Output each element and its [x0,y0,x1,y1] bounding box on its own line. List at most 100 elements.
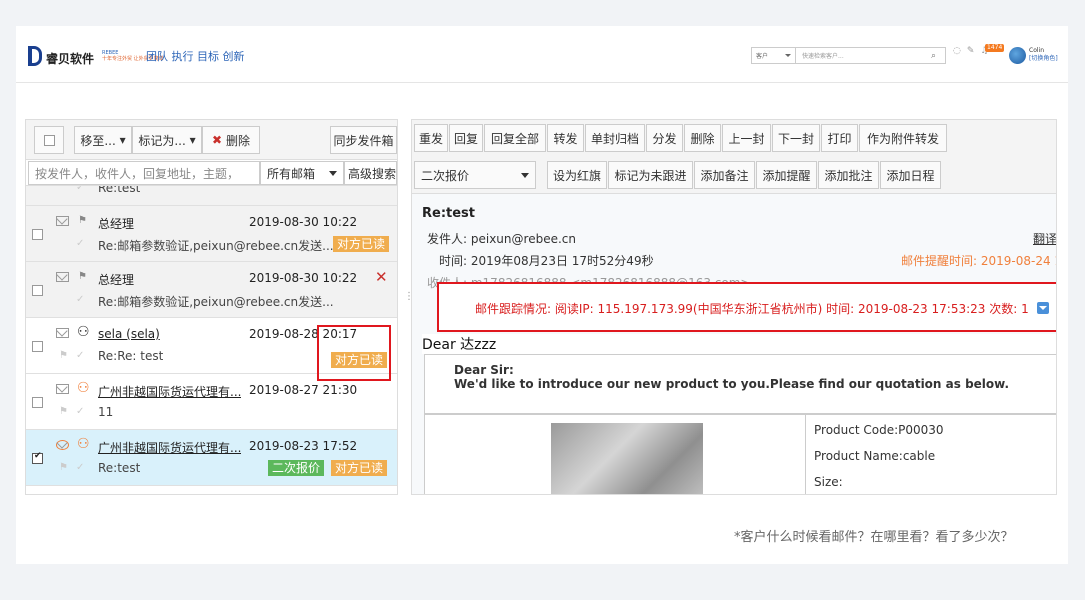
check-icon: ✓ [76,294,85,305]
tracking-panel: 邮件跟踪情况: 阅读IP: 115.197.173.99(中国华东浙江省杭州市)… [437,282,1056,332]
delete-mail-button[interactable]: 删除 [684,124,721,152]
list-toolbar: 移至... ▾ 标记为... ▾ ✖ 删除 同步发件箱 [26,120,397,160]
row-checkbox[interactable] [32,229,43,240]
mailbox-select[interactable]: 所有邮箱 [260,161,344,185]
delete-icon[interactable]: ✕ [375,268,388,286]
list-item[interactable]: ⚑ ✓ 总经理 2019-08-30 10:22 Re:邮箱参数验证,peixu… [26,206,397,262]
flag-icon[interactable]: ⚑ [78,215,87,226]
time-line: 时间: 2019年08月23日 17时52分49秒 [439,254,654,268]
detail-toolbar-actions: 重发 回复 回复全部 转发 单封归档 分发 删除 上一封 下一封 打印 作为附件… [412,120,1056,156]
chevron-down-icon [521,173,529,178]
status-badge: 对方已读 [331,460,388,476]
check-icon: ✓ [76,186,85,193]
chevron-down-icon [785,54,791,57]
product-table: Product Code:P00030 Product Name:cable S… [424,414,1056,494]
mail-workspace: 移至... ▾ 标记为... ▾ ✖ 删除 同步发件箱 按发件人，收件人，回复地… [25,119,1057,495]
close-icon: ✖ [212,133,223,147]
envelope-open-icon [56,328,69,338]
chevron-down-icon [329,171,337,176]
product-name: Product Name:cable [814,449,936,463]
forward-button[interactable]: 转发 [547,124,584,152]
avatar[interactable] [1009,47,1026,64]
flag-icon[interactable]: ⚑ [78,271,87,282]
brand-name: 睿贝软件 [46,52,95,66]
clock-icon [56,440,69,450]
product-code: Product Code:P00030 [814,423,944,437]
select-all-checkbox[interactable] [34,126,64,154]
add-annotation-button[interactable]: 添加批注 [818,161,879,189]
row-checkbox[interactable] [32,397,43,408]
mail-content: Re:test 发件人: peixun@rebee.cn 时间: 2019年08… [412,194,1057,494]
customer-icon: ⚇ [77,380,90,396]
top-bar: 睿贝软件 REBEE 十年专注外贸 让外贸更简单 团队 执行 目标 创新 客户 … [16,26,1068,83]
forward-as-attachment-button[interactable]: 作为附件转发 [859,124,947,152]
archive-button[interactable]: 单封归档 [585,124,645,152]
previous-mail-button[interactable]: 上一封 [722,124,771,152]
remind-time: 邮件提醒时间: 2019-08-24 17 [901,254,1057,268]
flag-icon[interactable]: ⚑ [59,406,68,417]
category-badge: 二次报价 [268,460,325,476]
envelope-open-icon [56,216,69,226]
status-badge: 对方已读 [333,236,390,252]
list-item[interactable]: ✓ Re:test [26,186,397,206]
mark-unfollowed-button[interactable]: 标记为未跟进 [608,161,693,189]
envelope-open-icon [56,272,69,282]
customer-search[interactable]: 客户 快速检索客户... ⌕ [751,47,946,64]
list-item[interactable]: ⚇ ⚑ ✓ 广州非越国际货运代理有... 2019-08-27 21:30 11 [26,374,397,430]
flag-icon[interactable]: ⚑ [59,462,68,473]
delete-button[interactable]: ✖ 删除 [202,126,260,154]
search-input[interactable]: 快速检索客户... [796,51,931,60]
check-icon: ✓ [76,238,85,249]
logo[interactable]: 睿贝软件 REBEE 十年专注外贸 让外贸更简单 [28,44,164,67]
list-item[interactable]: ⚑ ✓ 总经理 2019-08-30 10:22 Re:邮箱参数验证,peixu… [26,262,397,318]
advanced-search-button[interactable]: 高级搜索 [344,161,397,185]
envelope-open-icon [56,384,69,394]
chat-icon[interactable]: ◌ [953,46,961,56]
expand-icon[interactable] [1037,302,1049,314]
logo-icon [28,45,44,66]
mail-detail-panel: 重发 回复 回复全部 转发 单封归档 分发 删除 上一封 下一封 打印 作为附件… [411,119,1057,495]
row-checkbox[interactable] [32,285,43,296]
reply-all-button[interactable]: 回复全部 [484,124,546,152]
distribute-button[interactable]: 分发 [646,124,683,152]
page-card: 睿贝软件 REBEE 十年专注外贸 让外贸更简单 团队 执行 目标 创新 客户 … [16,26,1068,564]
notification-badge: 1474 [985,44,1005,52]
move-to-button[interactable]: 移至... ▾ [74,126,132,154]
check-icon: ✓ [76,462,85,473]
product-size: Size: [814,475,843,489]
detail-toolbar-tags: 二次报价 设为红旗 标记为未跟进 添加备注 添加提醒 添加批注 添加日程 [412,156,1056,194]
highlight-frame [317,325,391,381]
mail-search-input[interactable]: 按发件人，收件人，回复地址，主题， [28,161,260,185]
add-reminder-button[interactable]: 添加提醒 [756,161,817,189]
mail-greeting: Dear 达zzz [422,334,1056,354]
flag-icon[interactable]: ⚑ [59,350,68,361]
add-note-button[interactable]: 添加备注 [694,161,755,189]
motto: 团队 执行 目标 创新 [146,50,245,63]
person-icon: ⚇ [77,324,90,340]
category-select[interactable]: 二次报价 [414,161,536,189]
print-button[interactable]: 打印 [821,124,858,152]
mark-as-button[interactable]: 标记为... ▾ [132,126,202,154]
list-item[interactable]: ⚇ ⚑ ✓ 广州非越国际货运代理有... 2019-08-23 17:52 Re… [26,430,397,486]
row-checkbox[interactable] [32,451,43,464]
customer-icon: ⚇ [77,436,90,452]
translate-link[interactable]: 翻译 [1033,230,1056,247]
user-info[interactable]: Colin [切换角色] [1029,47,1058,63]
row-checkbox[interactable] [32,341,43,352]
sender-line: 发件人: peixun@rebee.cn [427,232,576,246]
red-flag-button[interactable]: 设为红旗 [547,161,607,189]
check-icon: ✓ [76,350,85,361]
list-search-bar: 按发件人，收件人，回复地址，主题， 所有邮箱 高级搜索 [26,160,397,186]
search-type-select[interactable]: 客户 [752,48,796,63]
mail-subject: Re:test [422,206,476,221]
check-icon: ✓ [76,406,85,417]
sync-sender-button[interactable]: 同步发件箱 [330,126,397,154]
reply-button[interactable]: 回复 [449,124,483,152]
mail-body: Dear Sir: We'd like to introduce our new… [424,354,1056,414]
search-icon[interactable]: ⌕ [931,51,945,61]
resend-button[interactable]: 重发 [414,124,448,152]
product-image [551,423,703,494]
edit-icon[interactable]: ✎ [967,46,975,56]
add-schedule-button[interactable]: 添加日程 [880,161,941,189]
next-mail-button[interactable]: 下一封 [772,124,820,152]
